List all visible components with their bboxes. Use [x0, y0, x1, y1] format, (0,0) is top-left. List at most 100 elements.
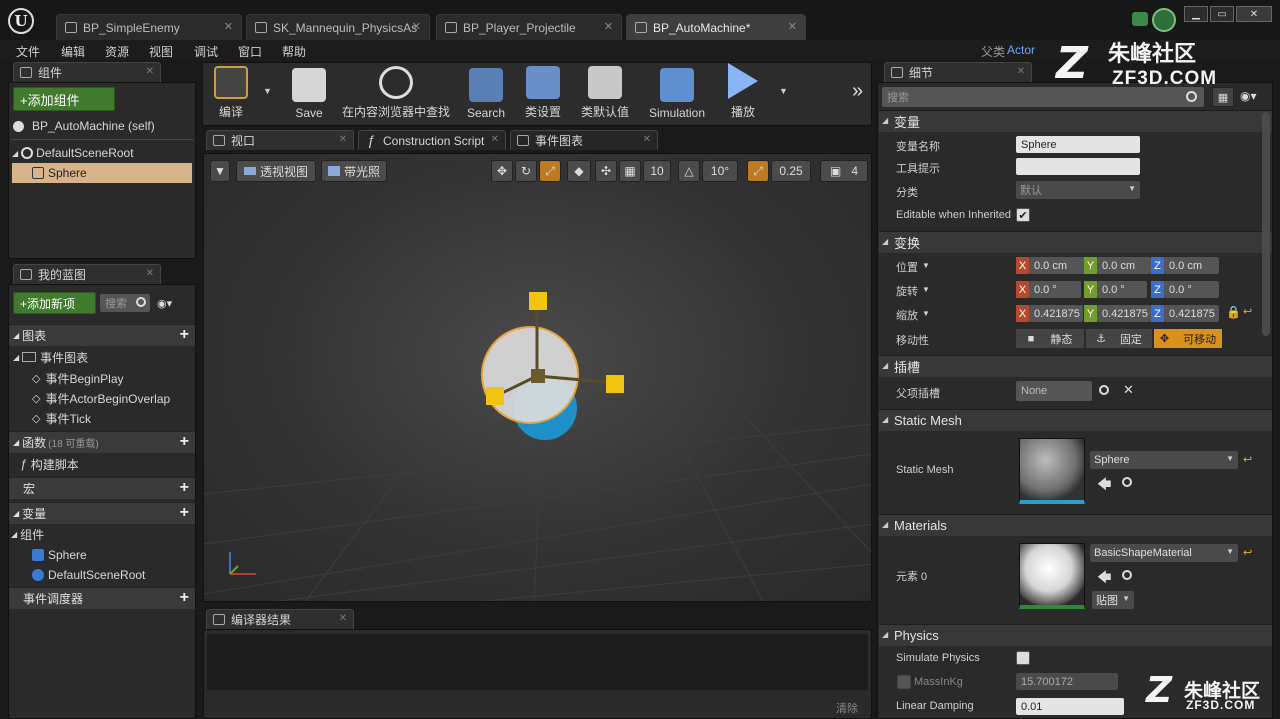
mass-override-checkbox[interactable] — [897, 675, 911, 689]
variable-sphere-item[interactable]: Sphere — [32, 545, 192, 565]
component-sphere-item[interactable]: Sphere — [12, 163, 192, 183]
mobility-static-button[interactable]: ■ 静态 — [1016, 329, 1084, 348]
location-y-input[interactable]: 0.0 cm — [1097, 257, 1151, 274]
static-mesh-dropdown[interactable]: Sphere — [1090, 451, 1238, 469]
rotation-label[interactable]: 旋转 — [896, 283, 918, 299]
scale-y-input[interactable]: 0.421875 — [1097, 305, 1151, 322]
lit-mode-button[interactable]: 带光照 — [321, 160, 387, 182]
rotation-x-input[interactable]: 0.0 ° — [1029, 281, 1081, 298]
tab-details[interactable]: 细节 ✕ — [884, 62, 1032, 82]
simulation-button[interactable]: Simulation — [642, 66, 712, 124]
close-icon[interactable]: ✕ — [412, 20, 421, 33]
search-button[interactable]: Search — [460, 66, 512, 124]
construction-script-item[interactable]: ƒ 构建脚本 — [20, 454, 190, 474]
chevron-down-icon[interactable]: ▼ — [263, 86, 272, 96]
rotate-tool-button[interactable]: ↻ — [515, 160, 537, 182]
search-icon[interactable] — [1099, 385, 1109, 395]
parent-class-link[interactable]: Actor — [1007, 43, 1035, 57]
tab-compiler-results[interactable]: 编译器结果 ✕ — [206, 609, 354, 629]
location-z-input[interactable]: 0.0 cm — [1164, 257, 1219, 274]
parent-socket-input[interactable]: None — [1016, 381, 1092, 401]
rotation-z-input[interactable]: 0.0 ° — [1164, 281, 1219, 298]
grid-snap-value[interactable]: 10 — [643, 160, 671, 182]
rotation-y-input[interactable]: 0.0 ° — [1097, 281, 1147, 298]
menu-asset[interactable]: 资源 — [105, 43, 129, 60]
viewport-options-dropdown[interactable]: ▼ — [210, 160, 230, 182]
tab-sk-mannequin[interactable]: SK_Mannequin_PhysicsAs ✕ — [246, 14, 430, 40]
event-dispatchers-category[interactable]: 事件调度器 + — [9, 587, 195, 609]
macros-category[interactable]: 宏 + — [9, 477, 195, 499]
close-icon[interactable]: ✕ — [788, 20, 797, 33]
component-root-item[interactable]: ◢ DefaultSceneRoot — [12, 143, 192, 163]
minimize-button[interactable]: ▁ — [1184, 6, 1208, 22]
use-selected-arrow-icon[interactable]: 🡄 — [1097, 474, 1111, 498]
reset-arrow-icon[interactable]: ↩ — [1243, 305, 1252, 318]
browse-search-icon[interactable] — [1122, 570, 1132, 580]
play-button[interactable]: 播放 — [718, 63, 768, 124]
linear-damping-input[interactable]: 0.01 — [1016, 698, 1124, 715]
simulate-physics-checkbox[interactable] — [1016, 651, 1030, 665]
eye-icon[interactable]: ◉▾ — [157, 297, 172, 310]
add-variable-plus-icon[interactable]: + — [180, 505, 189, 521]
materials-section-header[interactable]: Materials — [879, 514, 1272, 536]
add-function-plus-icon[interactable]: + — [180, 434, 189, 450]
event-actorbeginoverlap-item[interactable]: ◇ 事件ActorBeginOverlap — [32, 388, 192, 408]
surface-snap-button[interactable]: ✣ — [595, 160, 617, 182]
perspective-button[interactable]: 透视视图 — [236, 160, 316, 182]
class-settings-button[interactable]: 类设置 — [516, 66, 570, 124]
close-icon[interactable]: ✕ — [224, 20, 233, 33]
clear-button[interactable]: 清除 — [836, 700, 858, 716]
close-icon[interactable]: ✕ — [146, 268, 154, 279]
viewport[interactable]: ▼ 透视视图 带光照 ✥ ↻ ⤢ ◆ ✣ ▦ 10 △ 10° ⤢ 0.25 ▣… — [203, 153, 872, 602]
tab-bp-automachine[interactable]: BP_AutoMachine* ✕ — [626, 14, 806, 40]
browse-search-icon[interactable] — [1122, 477, 1132, 487]
scale-z-input[interactable]: 0.421875 — [1164, 305, 1219, 322]
close-icon[interactable]: ✕ — [1017, 66, 1025, 77]
menu-window[interactable]: 窗口 — [238, 43, 262, 60]
chevron-down-icon[interactable]: ▼ — [779, 86, 788, 96]
close-window-button[interactable]: ✕ — [1236, 6, 1272, 22]
scale-snap-icon[interactable]: ⤢ — [747, 160, 769, 182]
tab-components[interactable]: 组件 ✕ — [13, 62, 161, 82]
material-thumbnail[interactable] — [1019, 543, 1085, 609]
save-button[interactable]: Save — [284, 66, 334, 124]
close-icon[interactable]: ✕ — [146, 66, 154, 77]
expand-arrow-icon[interactable]: ◢ — [12, 149, 18, 158]
event-beginplay-item[interactable]: ◇ 事件BeginPlay — [32, 368, 192, 388]
scale-x-input[interactable]: 0.421875 — [1029, 305, 1083, 322]
world-local-button[interactable]: ◆ — [567, 160, 591, 182]
rotation-snap-icon[interactable]: △ — [678, 160, 700, 182]
class-defaults-button[interactable]: 类默认值 — [574, 66, 636, 124]
menu-view[interactable]: 视图 — [149, 43, 173, 60]
menu-edit[interactable]: 编辑 — [61, 43, 85, 60]
details-scrollbar[interactable] — [1262, 112, 1270, 336]
tab-bp-player-projectile[interactable]: BP_Player_Projectile ✕ — [436, 14, 622, 40]
tooltip-input[interactable] — [1016, 158, 1140, 175]
components-group-item[interactable]: ◢ 组件 — [11, 524, 191, 544]
tab-my-blueprint[interactable]: 我的蓝图 ✕ — [13, 264, 161, 284]
reset-arrow-icon[interactable]: ↩ — [1243, 453, 1252, 466]
variables-category[interactable]: ◢ 变量 + — [9, 502, 195, 524]
location-label[interactable]: 位置 — [896, 259, 918, 275]
close-icon[interactable]: ✕ — [339, 134, 347, 145]
translate-tool-button[interactable]: ✥ — [491, 160, 513, 182]
grid-snap-icon[interactable]: ▦ — [619, 160, 641, 182]
texture-dropdown-button[interactable]: 贴图 — [1092, 591, 1134, 609]
add-component-button[interactable]: +添加组件 — [13, 87, 115, 111]
chat-icon[interactable] — [1132, 12, 1148, 26]
mobility-stationary-button[interactable]: ⚓ 固定 — [1086, 329, 1152, 348]
tab-construction-script[interactable]: ƒ Construction Script ✕ — [358, 130, 506, 150]
eye-icon[interactable]: ◉▾ — [1240, 89, 1257, 103]
reset-arrow-icon[interactable]: ↩ — [1243, 546, 1252, 559]
close-icon[interactable]: ✕ — [604, 20, 613, 33]
close-icon[interactable]: ✕ — [339, 613, 347, 624]
location-x-input[interactable]: 0.0 cm — [1029, 257, 1085, 274]
property-matrix-icon[interactable]: ▦ — [1212, 87, 1234, 107]
variable-section-header[interactable]: 变量 — [879, 110, 1272, 132]
clear-socket-icon[interactable]: ✕ — [1123, 382, 1134, 398]
menu-help[interactable]: 帮助 — [282, 43, 306, 60]
physics-section-header[interactable]: Physics — [879, 624, 1272, 646]
browse-button[interactable]: 在内容浏览器中查找 — [338, 66, 454, 124]
material-dropdown[interactable]: BasicShapeMaterial — [1090, 544, 1238, 562]
add-graph-plus-icon[interactable]: + — [180, 327, 189, 343]
